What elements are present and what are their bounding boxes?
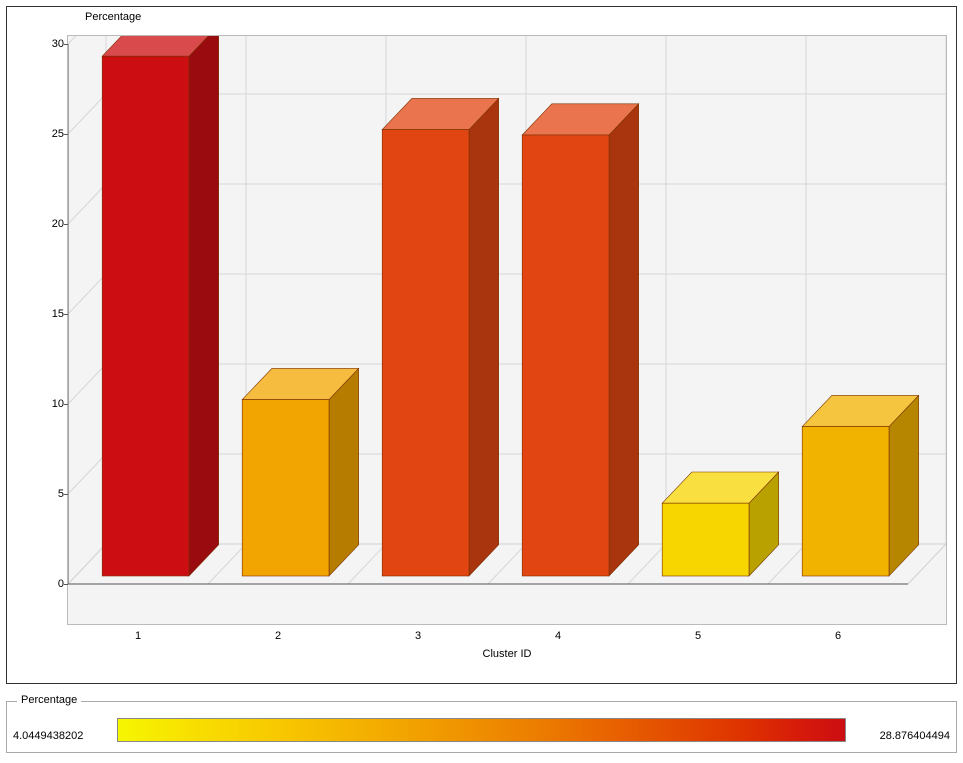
legend-max-value: 28.876404494	[880, 730, 950, 742]
x-axis-title: Cluster ID	[483, 648, 532, 660]
legend-min-value: 4.0449438202	[13, 730, 83, 742]
y-tick-label: 5	[38, 488, 64, 500]
legend-title: Percentage	[17, 694, 81, 706]
bar	[522, 135, 609, 576]
x-tick-label: 4	[555, 630, 561, 642]
x-tick-label: 6	[835, 630, 841, 642]
x-tick-label: 3	[415, 630, 421, 642]
bar	[662, 503, 749, 576]
y-tick-label: 30	[38, 38, 64, 50]
bar	[802, 427, 889, 576]
y-axis-title: Percentage	[85, 11, 141, 23]
bars-layer	[68, 36, 946, 624]
color-legend: Percentage 4.0449438202 28.876404494	[6, 701, 957, 753]
chart-panel: Percentage 051015202530123456Cluster ID	[6, 6, 957, 684]
y-tick-label: 0	[38, 578, 64, 590]
x-tick-label: 1	[135, 630, 141, 642]
bar	[102, 56, 189, 576]
plot-area: 051015202530123456Cluster ID	[67, 35, 947, 625]
x-tick-label: 5	[695, 630, 701, 642]
legend-gradient	[117, 718, 846, 742]
bar	[382, 130, 469, 576]
y-tick-label: 10	[38, 398, 64, 410]
bar	[242, 400, 329, 576]
y-tick-label: 15	[38, 308, 64, 320]
x-tick-label: 2	[275, 630, 281, 642]
y-tick-label: 25	[38, 128, 64, 140]
y-tick-label: 20	[38, 218, 64, 230]
